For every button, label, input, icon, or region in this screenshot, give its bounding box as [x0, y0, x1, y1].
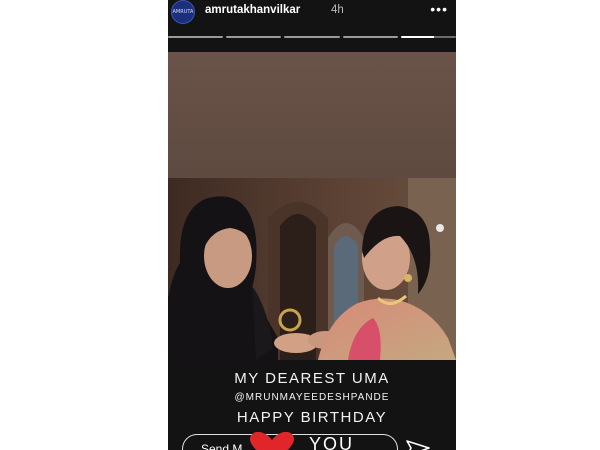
progress-segment-active — [400, 36, 456, 38]
story-top-panel — [168, 52, 456, 178]
progress-segment — [226, 36, 282, 38]
post-time: 4h — [331, 4, 344, 16]
progress-segment — [284, 36, 340, 38]
story-photo — [168, 178, 456, 360]
caption-line-1: MY DEAREST UMA — [234, 370, 390, 387]
progress-segment — [168, 36, 224, 38]
story-progress — [168, 36, 456, 39]
more-dots-icon[interactable]: ••• — [430, 1, 448, 17]
avatar[interactable]: AMRUTA — [171, 0, 195, 24]
sticker-text: YOU — [309, 434, 355, 450]
heart-icon — [250, 432, 294, 450]
send-icon[interactable] — [406, 440, 430, 450]
username[interactable]: amrutakhanvilkar — [205, 4, 300, 16]
progress-segment — [342, 36, 398, 38]
story-viewer[interactable]: AMRUTA amrutakhanvilkar 4h ••• MY DEARES… — [168, 0, 456, 450]
story-header: AMRUTA amrutakhanvilkar 4h ••• — [168, 0, 456, 52]
caption-line-3: HAPPY BIRTHDAY — [236, 409, 388, 426]
caption-mention[interactable]: @MRUNMAYEEDESHPANDE — [168, 392, 456, 403]
